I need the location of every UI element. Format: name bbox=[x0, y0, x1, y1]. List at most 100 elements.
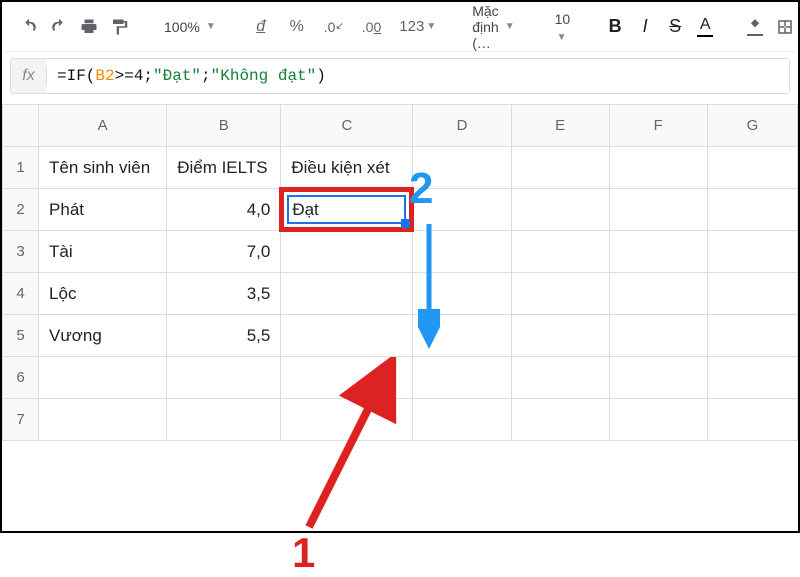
col-header-C[interactable]: C bbox=[281, 105, 413, 147]
percent-button[interactable]: % bbox=[284, 13, 310, 41]
textcolor-label: A bbox=[700, 17, 711, 33]
cell-A2[interactable]: Phát bbox=[39, 189, 167, 231]
fmt123-label: 123 bbox=[399, 18, 424, 35]
cell-E4[interactable] bbox=[511, 273, 609, 315]
fx-label: fx bbox=[11, 67, 47, 85]
cell-G2[interactable] bbox=[707, 189, 797, 231]
cell-B1[interactable]: Điểm IELTS bbox=[167, 147, 281, 189]
cell-C4[interactable] bbox=[281, 273, 413, 315]
cell-E7[interactable] bbox=[511, 399, 609, 441]
undo-button[interactable] bbox=[16, 13, 42, 41]
cell-E2[interactable] bbox=[511, 189, 609, 231]
cell-G5[interactable] bbox=[707, 315, 797, 357]
cell-G1[interactable] bbox=[707, 147, 797, 189]
cell-C1[interactable]: Điều kiện xét bbox=[281, 147, 413, 189]
cell-F2[interactable] bbox=[609, 189, 707, 231]
corner-cell[interactable] bbox=[3, 105, 39, 147]
fillcolor-bar bbox=[747, 33, 763, 36]
textcolor-bar bbox=[697, 34, 713, 37]
cell-F4[interactable] bbox=[609, 273, 707, 315]
cell-F3[interactable] bbox=[609, 231, 707, 273]
col-header-F[interactable]: F bbox=[609, 105, 707, 147]
cell-F7[interactable] bbox=[609, 399, 707, 441]
cell-A3[interactable]: Tài bbox=[39, 231, 167, 273]
col-header-E[interactable]: E bbox=[511, 105, 609, 147]
row-7: 7 bbox=[3, 399, 798, 441]
borders-button[interactable] bbox=[772, 13, 798, 41]
cell-B4[interactable]: 3,5 bbox=[167, 273, 281, 315]
cell-B6[interactable] bbox=[167, 357, 281, 399]
decrease-decimal-button[interactable]: .0↙ bbox=[320, 13, 348, 41]
increase-decimal-button[interactable]: .00 bbox=[358, 13, 385, 41]
cell-A7[interactable] bbox=[39, 399, 167, 441]
formula-suffix: ) bbox=[316, 67, 326, 85]
cell-F6[interactable] bbox=[609, 357, 707, 399]
paint-format-button[interactable] bbox=[106, 13, 132, 41]
cell-D6[interactable] bbox=[413, 357, 511, 399]
row-1: 1 Tên sinh viên Điểm IELTS Điều kiện xét bbox=[3, 147, 798, 189]
formula-str1: "Đạt" bbox=[153, 67, 201, 85]
row-header-4[interactable]: 4 bbox=[3, 273, 39, 315]
formula-str2: "Không đạt" bbox=[211, 67, 317, 85]
redo-button[interactable] bbox=[46, 13, 72, 41]
row-header-5[interactable]: 5 bbox=[3, 315, 39, 357]
row-header-1[interactable]: 1 bbox=[3, 147, 39, 189]
cell-G7[interactable] bbox=[707, 399, 797, 441]
row-header-7[interactable]: 7 bbox=[3, 399, 39, 441]
zoom-select[interactable]: 100% ▼ bbox=[164, 19, 216, 35]
formula-op1: >=4; bbox=[115, 67, 153, 85]
fill-handle[interactable] bbox=[401, 219, 410, 228]
row-header-6[interactable]: 6 bbox=[3, 357, 39, 399]
cell-E1[interactable] bbox=[511, 147, 609, 189]
formula-input[interactable]: =IF(B2>=4;"Đạt";"Không đạt") bbox=[47, 59, 789, 93]
row-4: 4 Lộc 3,5 bbox=[3, 273, 798, 315]
toolbar: 100% ▼ đ % .0↙ .00 123▼ Mặc định (…▼ 10 ▼… bbox=[2, 2, 798, 52]
grid[interactable]: A B C D E F G 1 Tên sinh viên Điểm IELTS… bbox=[2, 104, 798, 441]
row-3: 3 Tài 7,0 bbox=[3, 231, 798, 273]
cell-E5[interactable] bbox=[511, 315, 609, 357]
fill-color-button[interactable] bbox=[742, 13, 768, 41]
print-button[interactable] bbox=[76, 13, 102, 41]
currency-button[interactable]: đ bbox=[248, 13, 274, 41]
cell-B3[interactable]: 7,0 bbox=[167, 231, 281, 273]
font-size-label: 10 bbox=[555, 11, 571, 27]
row-header-3[interactable]: 3 bbox=[3, 231, 39, 273]
cell-B7[interactable] bbox=[167, 399, 281, 441]
cell-E3[interactable] bbox=[511, 231, 609, 273]
cell-F5[interactable] bbox=[609, 315, 707, 357]
font-size-select[interactable]: 10 ▼ bbox=[555, 11, 571, 43]
cell-C5[interactable] bbox=[281, 315, 413, 357]
cell-C3[interactable] bbox=[281, 231, 413, 273]
cell-G3[interactable] bbox=[707, 231, 797, 273]
more-formats-button[interactable]: 123▼ bbox=[395, 13, 440, 41]
formula-ref: B2 bbox=[95, 67, 114, 85]
chevron-down-icon: ▼ bbox=[206, 21, 216, 32]
strikethrough-button[interactable]: S bbox=[662, 13, 688, 41]
row-header-2[interactable]: 2 bbox=[3, 189, 39, 231]
cell-G6[interactable] bbox=[707, 357, 797, 399]
cell-B2[interactable]: 4,0 bbox=[167, 189, 281, 231]
formula-bar: fx =IF(B2>=4;"Đạt";"Không đạt") bbox=[10, 58, 790, 94]
cell-A4[interactable]: Lộc bbox=[39, 273, 167, 315]
cell-A1[interactable]: Tên sinh viên bbox=[39, 147, 167, 189]
cell-F1[interactable] bbox=[609, 147, 707, 189]
italic-button[interactable]: I bbox=[632, 13, 658, 41]
col-header-D[interactable]: D bbox=[413, 105, 511, 147]
cell-E6[interactable] bbox=[511, 357, 609, 399]
col-header-A[interactable]: A bbox=[39, 105, 167, 147]
cell-D7[interactable] bbox=[413, 399, 511, 441]
cell-A6[interactable] bbox=[39, 357, 167, 399]
font-select[interactable]: Mặc định (…▼ bbox=[472, 3, 514, 51]
col-header-G[interactable]: G bbox=[707, 105, 797, 147]
row-2: 2 Phát 4,0 Đạt bbox=[3, 189, 798, 231]
cell-A5[interactable]: Vương bbox=[39, 315, 167, 357]
bold-button[interactable]: B bbox=[602, 13, 628, 41]
col-header-B[interactable]: B bbox=[167, 105, 281, 147]
zoom-label: 100% bbox=[164, 19, 200, 35]
number-formats: đ % .0↙ .00 123▼ bbox=[248, 13, 441, 41]
text-color-button[interactable]: A bbox=[692, 13, 718, 41]
cell-C2[interactable]: Đạt bbox=[281, 189, 413, 231]
formula-op2: ; bbox=[201, 67, 211, 85]
cell-G4[interactable] bbox=[707, 273, 797, 315]
cell-B5[interactable]: 5,5 bbox=[167, 315, 281, 357]
